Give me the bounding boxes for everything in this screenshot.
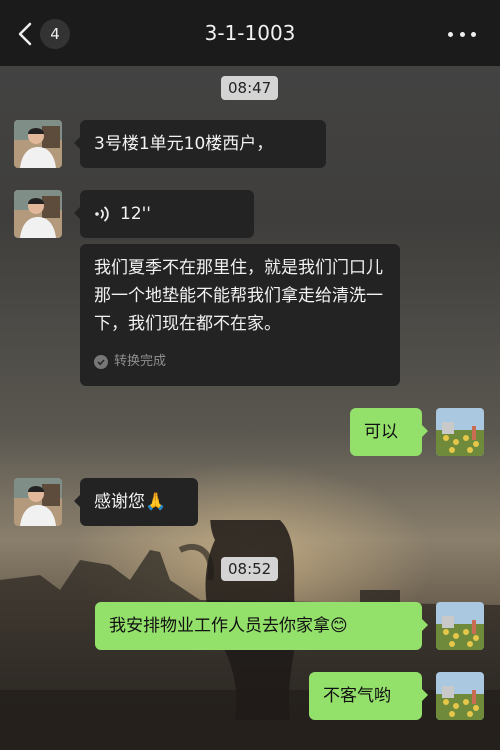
timestamp: 08:47 bbox=[221, 76, 279, 100]
avatar-image bbox=[436, 602, 484, 650]
avatar-self[interactable] bbox=[436, 408, 484, 456]
avatar-contact[interactable] bbox=[14, 190, 62, 238]
message-bubble-incoming[interactable]: 3号楼1单元10楼西户， bbox=[74, 120, 326, 168]
timestamp: 08:52 bbox=[221, 557, 279, 581]
avatar-contact[interactable] bbox=[14, 478, 62, 526]
avatar-image bbox=[14, 478, 62, 526]
avatar-self[interactable] bbox=[436, 672, 484, 720]
message-bubble-outgoing[interactable]: 不客气哟 bbox=[309, 672, 428, 720]
message-bubble-outgoing[interactable]: 我安排物业工作人员去你家拿😊 bbox=[95, 602, 428, 650]
check-icon bbox=[94, 355, 108, 369]
avatar-contact[interactable] bbox=[14, 120, 62, 168]
message-text: 不客气哟 bbox=[323, 686, 391, 706]
avatar-image bbox=[436, 672, 484, 720]
chat-header: 4 3-1-1003 bbox=[0, 0, 500, 66]
voice-message-bubble[interactable]: 12'' bbox=[74, 190, 254, 238]
transcription-status: 转换完成 bbox=[94, 348, 166, 376]
unread-count-badge: 4 bbox=[40, 19, 70, 49]
chevron-left-icon bbox=[18, 22, 32, 46]
message-text: 我安排物业工作人员去你家拿😊 bbox=[109, 616, 348, 636]
message-text: 可以 bbox=[364, 422, 398, 442]
voice-transcription-bubble[interactable]: 我们夏季不在那里住，就是我们门口儿那一个地垫能不能帮我们拿走给清洗一下，我们现在… bbox=[80, 244, 400, 386]
message-bubble-incoming[interactable]: 感谢您🙏 bbox=[74, 478, 198, 526]
transcription-text: 我们夏季不在那里住，就是我们门口儿那一个地垫能不能帮我们拿走给清洗一下，我们现在… bbox=[94, 258, 383, 334]
avatar-image bbox=[14, 190, 62, 238]
voice-duration: 12'' bbox=[120, 204, 151, 224]
more-dots-icon[interactable] bbox=[448, 22, 476, 46]
message-text: 3号楼1单元10楼西户， bbox=[94, 134, 274, 154]
avatar-self[interactable] bbox=[436, 602, 484, 650]
voice-wave-icon bbox=[95, 206, 109, 222]
message-bubble-outgoing[interactable]: 可以 bbox=[350, 408, 428, 456]
transcription-status-label: 转换完成 bbox=[114, 354, 167, 369]
avatar-image bbox=[436, 408, 484, 456]
avatar-image bbox=[14, 120, 62, 168]
message-text: 感谢您🙏 bbox=[94, 492, 167, 512]
back-button[interactable]: 4 bbox=[16, 18, 76, 50]
